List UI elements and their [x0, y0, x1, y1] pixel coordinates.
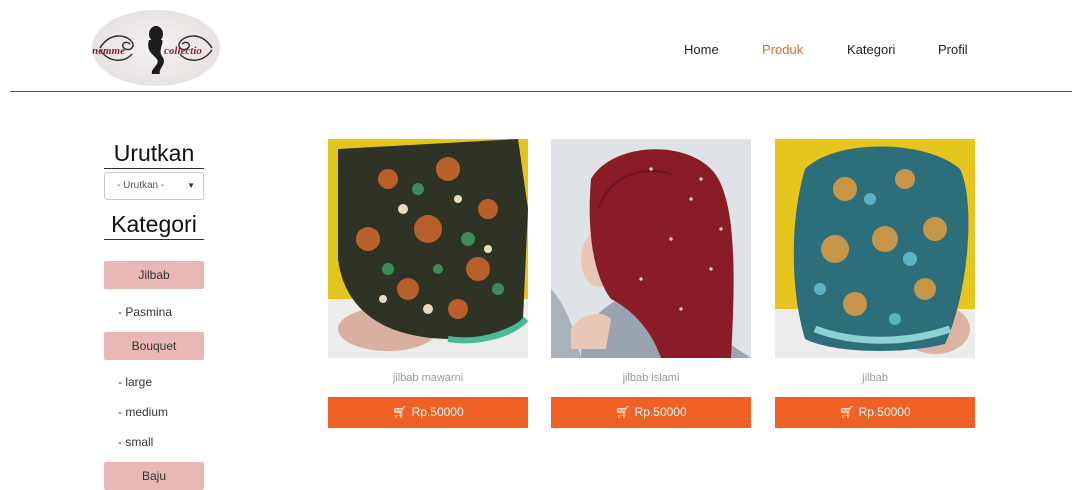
batik-scarf-image — [328, 139, 528, 358]
product-name: jilbab islami — [622, 372, 680, 384]
sort-select[interactable]: - Urutkan - ▼ — [104, 172, 204, 200]
category-button-bouquet[interactable]: Bouquet — [104, 332, 204, 360]
subcategory-pasmina[interactable]: - Pasmina — [118, 304, 172, 320]
nav-home[interactable]: Home — [684, 41, 719, 59]
maroon-hijab-image — [551, 139, 751, 358]
nav-produk[interactable]: Produk — [762, 41, 803, 59]
price-label: Rp.50000 — [411, 405, 464, 419]
nav-kategori[interactable]: Kategori — [847, 41, 895, 59]
cart-icon: 🛒︎ — [392, 405, 408, 419]
product-image[interactable] — [775, 139, 975, 358]
cart-icon: 🛒︎ — [839, 405, 855, 419]
product-card: jilbab 🛒︎ Rp.50000 — [775, 139, 975, 428]
product-image[interactable] — [551, 139, 751, 358]
product-image[interactable] — [328, 139, 528, 358]
batik-scarf-teal-image — [775, 139, 975, 358]
subcategory-large[interactable]: - large — [118, 374, 152, 390]
price-label: Rp.50000 — [634, 405, 687, 419]
product-card: jilbab mawarni 🛒︎ Rp.50000 — [328, 139, 528, 428]
nav-profil[interactable]: Profil — [938, 41, 968, 59]
main-nav: Home Produk Kategori Profil — [0, 41, 1072, 59]
subcategory-medium[interactable]: - medium — [118, 404, 168, 420]
sort-heading: Urutkan — [104, 138, 204, 169]
buy-button[interactable]: 🛒︎ Rp.50000 — [551, 397, 751, 428]
product-card: jilbab islami 🛒︎ Rp.50000 — [551, 139, 751, 428]
category-heading: Kategori — [104, 209, 204, 240]
cart-icon: 🛒︎ — [615, 405, 631, 419]
subcategory-small[interactable]: - small — [118, 434, 153, 450]
buy-button[interactable]: 🛒︎ Rp.50000 — [775, 397, 975, 428]
sort-select-value: - Urutkan - — [117, 180, 165, 191]
product-name: jilbab mawarni — [392, 372, 464, 384]
product-name: jilbab — [862, 372, 888, 384]
header-divider — [10, 91, 1072, 92]
price-label: Rp.50000 — [858, 405, 911, 419]
category-button-baju[interactable]: Baju — [104, 462, 204, 490]
chevron-down-icon: ▼ — [187, 181, 195, 190]
header: nemme collectio Home Produk Kategori Pro… — [0, 0, 1072, 92]
category-button-jilbab[interactable]: Jilbab — [104, 261, 204, 289]
buy-button[interactable]: 🛒︎ Rp.50000 — [328, 397, 528, 428]
